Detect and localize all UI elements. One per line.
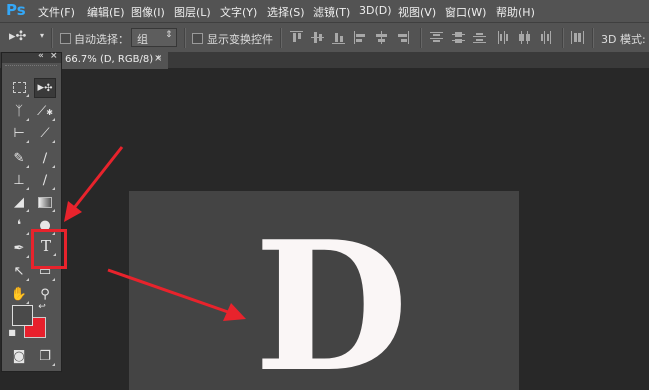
arrow-line <box>107 268 229 314</box>
arrow-to-type-tool <box>64 146 124 222</box>
annotation-arrows <box>64 146 246 321</box>
arrow-line <box>72 146 124 209</box>
arrow-to-letter <box>107 268 246 321</box>
arrow-head-icon <box>64 201 82 222</box>
